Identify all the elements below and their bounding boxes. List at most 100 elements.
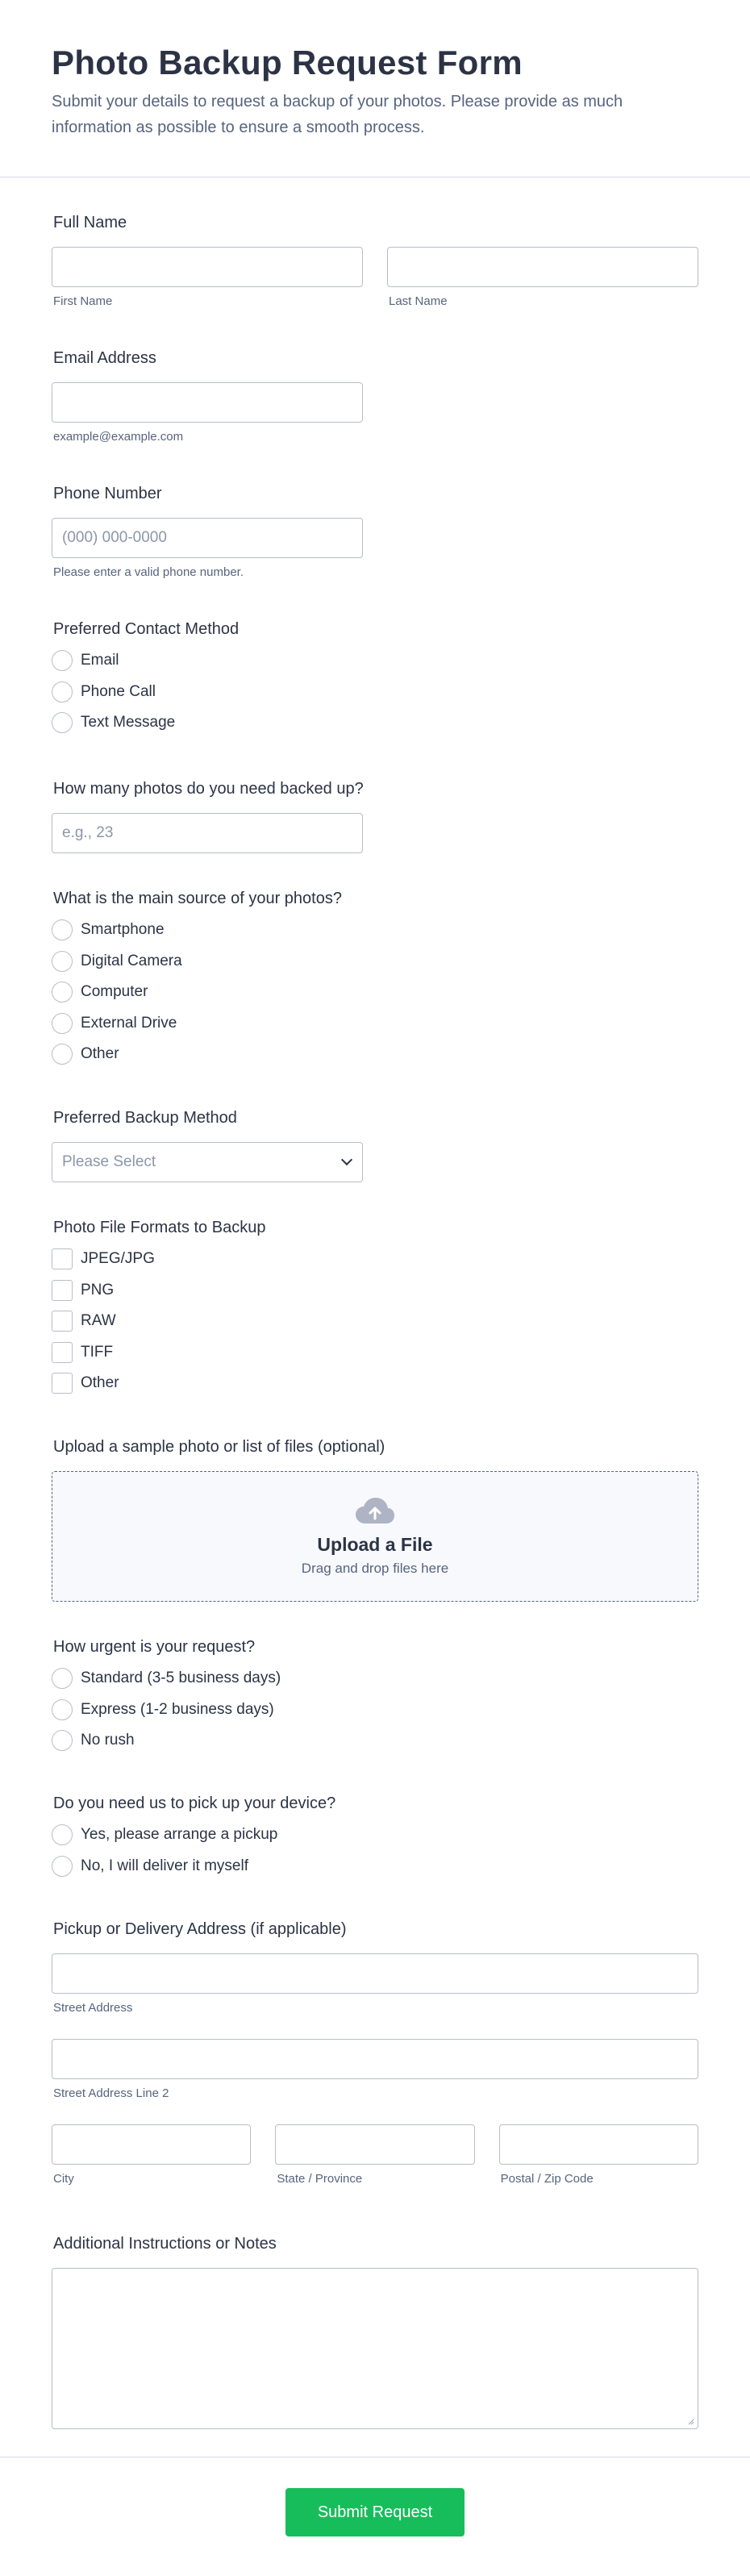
option-label: External Drive (81, 1014, 177, 1032)
phone-placeholder: (000) 000-0000 (62, 529, 167, 546)
file-formats-field: Photo File Formats to Backup JPEG/JPG PN… (52, 1216, 698, 1399)
phone-input[interactable]: (000) 000-0000 (52, 518, 363, 558)
radio-button[interactable] (52, 1012, 73, 1034)
street-address-line2-input[interactable] (52, 2039, 698, 2079)
last-name-input[interactable] (387, 247, 698, 287)
contact-option-text[interactable]: Text Message (52, 707, 698, 739)
checkbox[interactable] (52, 1341, 73, 1363)
radio-button[interactable] (52, 919, 73, 941)
urgency-label: How urgent is your request? (53, 1638, 256, 1656)
option-label: Text Message (81, 714, 176, 732)
contact-method-label: Preferred Contact Method (53, 620, 240, 638)
radio-button[interactable] (52, 1699, 73, 1720)
cloud-upload-icon (356, 1498, 394, 1524)
contact-method-field: Preferred Contact Method Email Phone Cal… (52, 618, 698, 739)
zip-input[interactable] (498, 2124, 698, 2165)
form-footer: Submit Request (0, 2457, 750, 2576)
format-option-other[interactable]: Other (52, 1368, 698, 1399)
checkbox[interactable] (52, 1248, 73, 1270)
email-sublabel: example@example.com (53, 430, 184, 444)
radio-button[interactable] (52, 1044, 73, 1065)
photo-source-label: What is the main source of your photos? (53, 890, 342, 907)
full-name-field: Full Name First Name Last Name (52, 211, 698, 310)
pickup-option-yes[interactable]: Yes, please arrange a pickup (52, 1819, 698, 1851)
city-input[interactable] (52, 2124, 252, 2165)
option-label: Digital Camera (81, 952, 182, 969)
option-label: TIFF (81, 1343, 114, 1361)
resize-grip-icon[interactable] (686, 2417, 694, 2425)
format-option-tiff[interactable]: TIFF (52, 1337, 698, 1369)
backup-method-placeholder: Please Select (62, 1153, 156, 1170)
option-label: No, I will deliver it myself (81, 1857, 248, 1874)
state-input[interactable] (275, 2124, 475, 2165)
phone-label: Phone Number (53, 485, 162, 502)
option-label: Yes, please arrange a pickup (81, 1826, 278, 1844)
photo-count-field: How many photos do you need backed up? e… (52, 777, 698, 853)
backup-method-select[interactable]: Please Select (52, 1142, 363, 1182)
zip-sublabel: Postal / Zip Code (500, 2172, 594, 2186)
page-description: Submit your details to request a backup … (52, 93, 623, 136)
option-label: Other (81, 1374, 119, 1392)
upload-dropzone[interactable]: Upload a File Drag and drop files here (52, 1471, 698, 1602)
urgency-option-standard[interactable]: Standard (3-5 business days) (52, 1663, 698, 1694)
radio-button[interactable] (52, 950, 73, 972)
urgency-field: How urgent is your request? Standard (3-… (52, 1636, 698, 1757)
radio-button[interactable] (52, 712, 73, 734)
pickup-field: Do you need us to pick up your device? Y… (52, 1792, 698, 1882)
radio-button[interactable] (52, 681, 73, 702)
backup-method-label: Preferred Backup Method (53, 1109, 237, 1127)
radio-button[interactable] (52, 1855, 73, 1877)
radio-button[interactable] (52, 982, 73, 1003)
option-label: PNG (81, 1281, 115, 1298)
source-option-computer[interactable]: Computer (52, 977, 698, 1008)
source-option-other[interactable]: Other (52, 1039, 698, 1070)
last-name-sublabel: Last Name (389, 294, 448, 308)
pickup-option-no[interactable]: No, I will deliver it myself (52, 1851, 698, 1882)
chevron-down-icon (340, 1153, 353, 1166)
phone-field: Phone Number (000) 000-0000 Please enter… (52, 482, 698, 581)
upload-field: Upload a sample photo or list of files (… (52, 1436, 698, 1602)
submit-button[interactable]: Submit Request (285, 2488, 465, 2536)
radio-button[interactable] (52, 1824, 73, 1846)
street-address-input[interactable] (52, 1953, 698, 1994)
email-input[interactable] (52, 382, 363, 423)
contact-option-phone[interactable]: Phone Call (52, 677, 698, 708)
checkbox[interactable] (52, 1373, 73, 1394)
option-label: Express (1-2 business days) (81, 1700, 274, 1718)
email-field: Email Address example@example.com (52, 347, 698, 445)
photo-source-field: What is the main source of your photos? … (52, 887, 698, 1070)
urgency-option-norush[interactable]: No rush (52, 1725, 698, 1757)
contact-option-email[interactable]: Email (52, 645, 698, 677)
source-option-drive[interactable]: External Drive (52, 1008, 698, 1040)
upload-label: Upload a sample photo or list of files (… (53, 1438, 385, 1456)
street-address-line2-sublabel: Street Address Line 2 (53, 2086, 169, 2100)
radio-button[interactable] (52, 1668, 73, 1690)
file-formats-label: Photo File Formats to Backup (53, 1219, 266, 1236)
backup-method-field: Preferred Backup Method Please Select (52, 1107, 698, 1182)
urgency-option-express[interactable]: Express (1-2 business days) (52, 1694, 698, 1726)
format-option-png[interactable]: PNG (52, 1275, 698, 1307)
checkbox[interactable] (52, 1279, 73, 1301)
photo-count-input[interactable]: e.g., 23 (52, 813, 363, 853)
radio-button[interactable] (52, 650, 73, 672)
notes-label: Additional Instructions or Notes (53, 2235, 277, 2253)
state-sublabel: State / Province (277, 2172, 363, 2186)
email-label: Email Address (53, 349, 156, 367)
upload-title: Upload a File (317, 1534, 433, 1555)
notes-field: Additional Instructions or Notes (52, 2232, 698, 2429)
source-option-camera[interactable]: Digital Camera (52, 946, 698, 977)
option-label: Email (81, 652, 119, 669)
option-label: Standard (3-5 business days) (81, 1669, 281, 1687)
upload-subtitle: Drag and drop files here (301, 1561, 449, 1576)
page-title: Photo Backup Request Form (52, 44, 523, 81)
radio-button[interactable] (52, 1730, 73, 1752)
address-label: Pickup or Delivery Address (if applicabl… (53, 1920, 347, 1938)
form-page: Photo Backup Request Form Submit your de… (0, 0, 750, 2576)
format-option-jpeg[interactable]: JPEG/JPG (52, 1244, 698, 1275)
first-name-input[interactable] (52, 247, 363, 287)
option-label: JPEG/JPG (81, 1250, 155, 1268)
checkbox[interactable] (52, 1311, 73, 1332)
format-option-raw[interactable]: RAW (52, 1306, 698, 1337)
notes-textarea[interactable] (52, 2268, 698, 2429)
source-option-smartphone[interactable]: Smartphone (52, 915, 698, 946)
